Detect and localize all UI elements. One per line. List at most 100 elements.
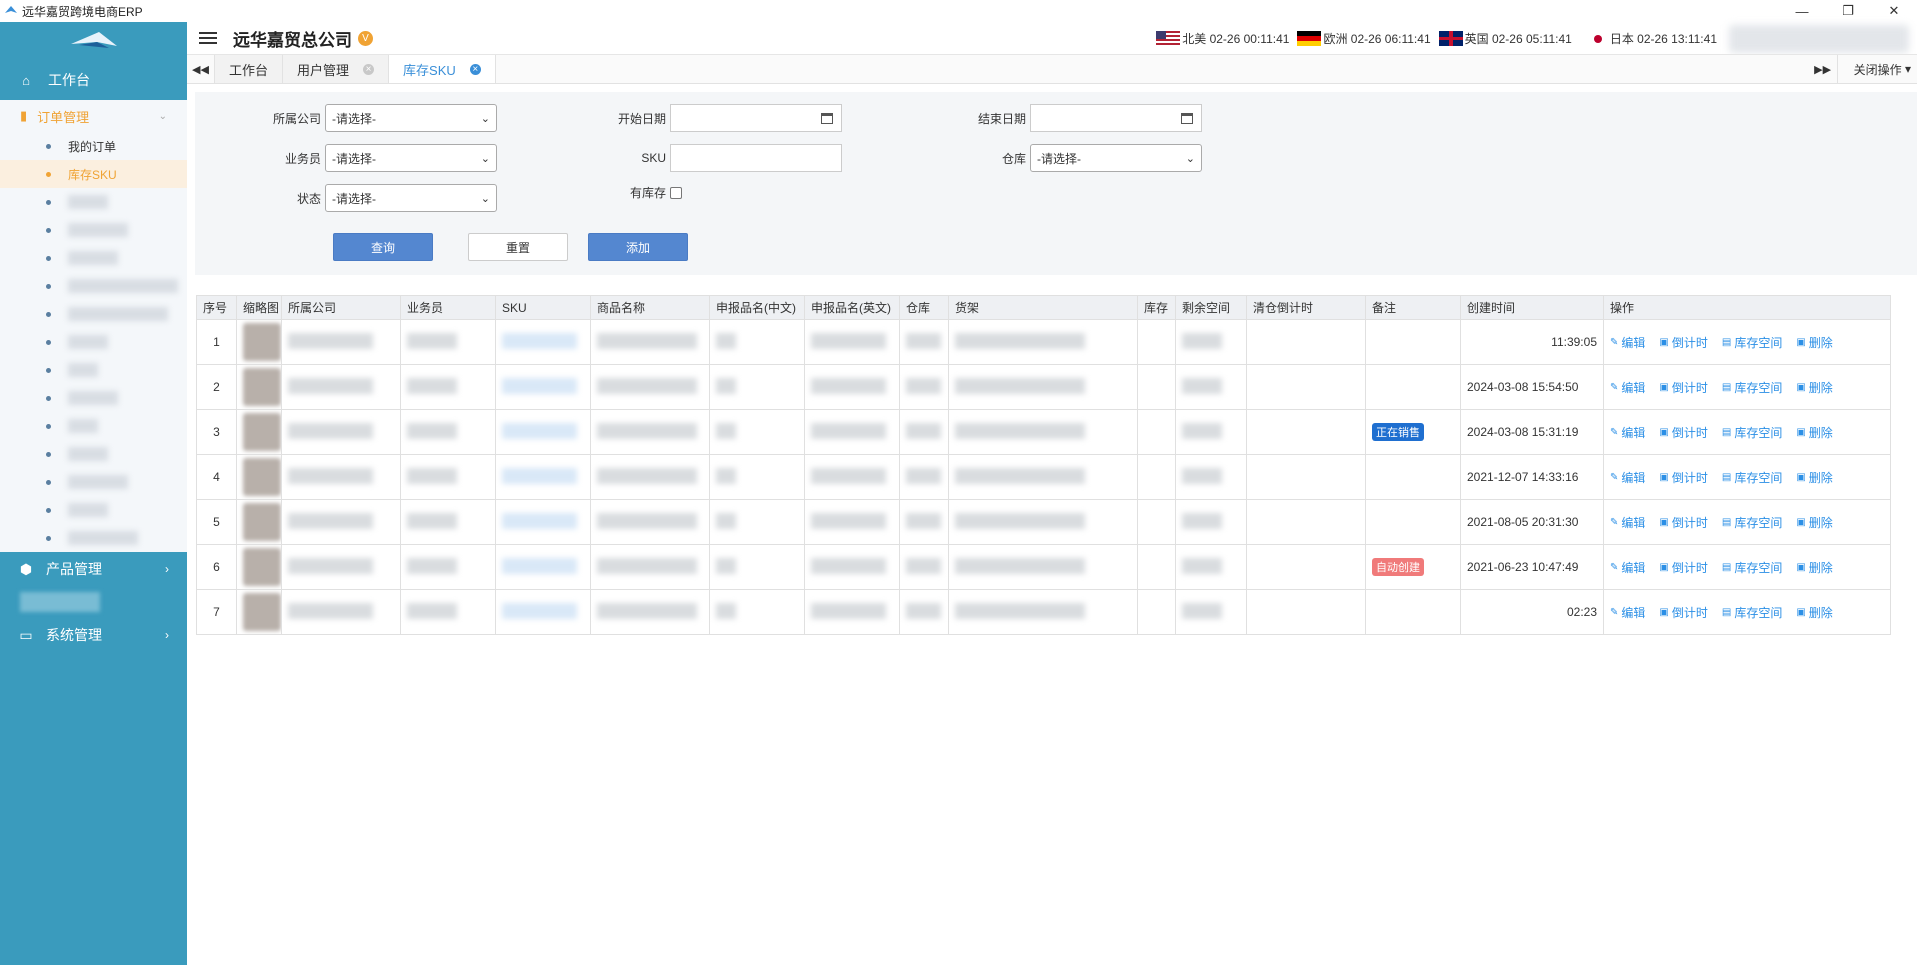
edit-link[interactable]: ✎ 编辑 — [1610, 559, 1645, 576]
sidebar-item-my-orders[interactable]: 我的订单 — [0, 132, 187, 160]
tab-scroll-right-icon[interactable]: ▶▶ — [1809, 63, 1837, 76]
salesman-select[interactable]: -请选择- ⌄ — [325, 144, 497, 172]
edit-link[interactable]: ✎ 编辑 — [1610, 379, 1645, 396]
product-thumbnail[interactable] — [243, 503, 281, 541]
tab-user-management[interactable]: 用户管理 × — [283, 55, 390, 83]
product-thumbnail[interactable] — [243, 368, 281, 406]
sidebar-item-product[interactable]: ⬢ 产品管理 › — [0, 552, 187, 586]
countdown-link[interactable]: ▣ 倒计时 — [1659, 559, 1707, 576]
product-thumbnail[interactable] — [243, 458, 281, 496]
sidebar-item-hidden[interactable] — [0, 300, 187, 328]
delete-link[interactable]: ▣ 删除 — [1796, 424, 1832, 441]
maximize-button[interactable]: ❐ — [1825, 0, 1871, 22]
status-select[interactable]: -请选择- ⌄ — [325, 184, 497, 212]
sidebar-item-hidden[interactable] — [0, 468, 187, 496]
sidebar-item-system[interactable]: ▭ 系统管理 › — [0, 618, 187, 652]
edit-link[interactable]: ✎ 编辑 — [1610, 334, 1645, 351]
sidebar-item-hidden[interactable] — [0, 356, 187, 384]
countdown-link[interactable]: ▣ 倒计时 — [1659, 424, 1707, 441]
tab-scroll-left-icon[interactable]: ◀◀ — [187, 55, 215, 83]
sidebar-item-hidden[interactable] — [0, 328, 187, 356]
delete-link[interactable]: ▣ 删除 — [1796, 379, 1832, 396]
countdown-link[interactable]: ▣ 倒计时 — [1659, 604, 1707, 621]
sku-cell[interactable] — [495, 364, 591, 410]
sku-cell[interactable] — [495, 589, 591, 635]
sku-cell[interactable] — [495, 409, 591, 455]
reset-button[interactable]: 重置 — [468, 233, 568, 261]
end-date-input[interactable] — [1030, 104, 1202, 132]
delete-link[interactable]: ▣ 删除 — [1796, 514, 1832, 531]
sidebar-item-hidden[interactable] — [0, 272, 187, 300]
edit-link[interactable]: ✎ 编辑 — [1610, 514, 1645, 531]
warehouse-select[interactable]: -请选择- ⌄ — [1030, 144, 1202, 172]
countdown-cell — [1246, 589, 1366, 635]
close-tab-icon[interactable]: × — [469, 63, 481, 75]
has-stock-checkbox[interactable] — [670, 186, 682, 199]
sku-cell[interactable] — [495, 319, 591, 365]
remaining-space-cell — [1175, 544, 1247, 590]
sidebar-item-hidden[interactable] — [0, 496, 187, 524]
status-badge: 自动创建 — [1372, 558, 1424, 576]
sidebar-item-hidden[interactable] — [0, 440, 187, 468]
sidebar-item-hidden[interactable] — [20, 592, 100, 612]
sidebar-item-hidden[interactable] — [0, 384, 187, 412]
add-button[interactable]: 添加 — [588, 233, 688, 261]
countdown-link[interactable]: ▣ 倒计时 — [1659, 334, 1707, 351]
actions-cell: ✎ 编辑 ▣ 倒计时 ▤ 库存空间 ▣ 删除 — [1603, 319, 1891, 365]
close-tab-icon[interactable]: × — [363, 63, 375, 75]
tab-workbench[interactable]: 工作台 — [215, 55, 284, 83]
delete-link[interactable]: ▣ 删除 — [1796, 469, 1832, 486]
company-select[interactable]: -请选择- ⌄ — [325, 104, 497, 132]
close-operations-dropdown[interactable]: 关闭操作 ▾ — [1836, 55, 1917, 83]
sidebar-item-orders[interactable]: ▮ 订单管理 ⌄ — [0, 100, 187, 132]
close-window-button[interactable]: ✕ — [1871, 0, 1917, 22]
start-date-input[interactable] — [670, 104, 842, 132]
sku-cell[interactable] — [495, 454, 591, 500]
stock-space-link[interactable]: ▤ 库存空间 — [1722, 469, 1782, 486]
remaining-space-cell — [1175, 454, 1247, 500]
tab-stock-sku[interactable]: 库存SKU × — [389, 55, 496, 83]
sku-input[interactable] — [670, 144, 842, 172]
delete-link[interactable]: ▣ 删除 — [1796, 559, 1832, 576]
menu-toggle-icon[interactable] — [199, 29, 217, 47]
document-icon: ▤ — [1721, 426, 1732, 438]
edit-link[interactable]: ✎ 编辑 — [1610, 604, 1645, 621]
countdown-link[interactable]: ▣ 倒计时 — [1659, 514, 1707, 531]
calendar-icon[interactable] — [821, 112, 833, 124]
edit-link[interactable]: ✎ 编辑 — [1610, 424, 1645, 441]
product-thumbnail[interactable] — [243, 548, 281, 586]
countdown-link[interactable]: ▣ 倒计时 — [1659, 379, 1707, 396]
sidebar-item-workbench[interactable]: ⌂ 工作台 — [0, 60, 187, 100]
sidebar-item-hidden[interactable] — [0, 524, 187, 552]
countdown-link[interactable]: ▣ 倒计时 — [1659, 469, 1707, 486]
sidebar-item-hidden[interactable] — [0, 412, 187, 440]
sidebar-item-hidden[interactable] — [0, 216, 187, 244]
table-row: 4 2021-12-07 14:33:16 ✎ 编辑 ▣ 倒计时 ▤ 库存空间 ▣ 删除 — [196, 454, 1891, 500]
declared-name-cn-cell — [709, 499, 805, 545]
delete-link[interactable]: ▣ 删除 — [1796, 604, 1832, 621]
stock-space-link[interactable]: ▤ 库存空间 — [1722, 379, 1782, 396]
product-thumbnail[interactable] — [243, 323, 281, 361]
product-thumbnail[interactable] — [243, 413, 281, 451]
calendar-icon[interactable] — [1181, 112, 1193, 124]
stock-space-link[interactable]: ▤ 库存空间 — [1722, 334, 1782, 351]
sku-cell[interactable] — [495, 544, 591, 590]
edit-link[interactable]: ✎ 编辑 — [1610, 469, 1645, 486]
product-thumbnail[interactable] — [243, 593, 281, 631]
sku-cell[interactable] — [495, 499, 591, 545]
trash-icon: ▣ — [1659, 336, 1669, 348]
minimize-button[interactable]: — — [1779, 0, 1825, 22]
sidebar-item-hidden[interactable] — [0, 244, 187, 272]
delete-link[interactable]: ▣ 删除 — [1796, 334, 1832, 351]
query-button[interactable]: 查询 — [333, 233, 433, 261]
salesman-cell — [400, 454, 496, 500]
user-profile[interactable] — [1729, 25, 1909, 53]
column-header: SKU — [495, 295, 591, 320]
sidebar-item-hidden[interactable] — [0, 188, 187, 216]
stock-space-link[interactable]: ▤ 库存空间 — [1722, 604, 1782, 621]
stock-space-link[interactable]: ▤ 库存空间 — [1722, 514, 1782, 531]
stock-space-link[interactable]: ▤ 库存空间 — [1722, 559, 1782, 576]
stock-space-link[interactable]: ▤ 库存空间 — [1722, 424, 1782, 441]
countdown-cell — [1246, 454, 1366, 500]
sidebar-item-stock-sku[interactable]: 库存SKU — [0, 160, 187, 188]
